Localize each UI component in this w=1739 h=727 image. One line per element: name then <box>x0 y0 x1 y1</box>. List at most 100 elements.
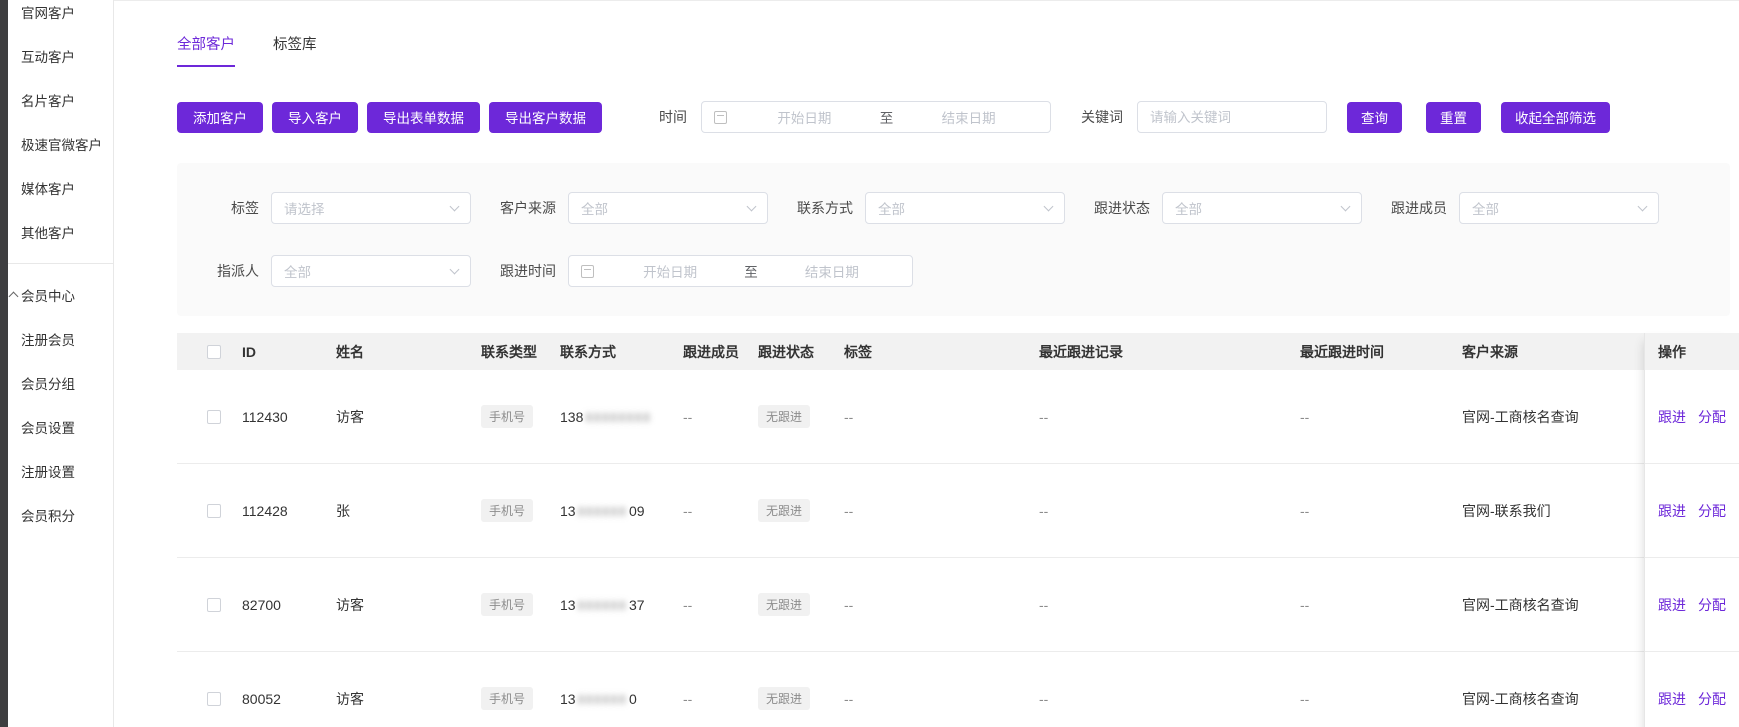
sidebar-item-website-customers[interactable]: 官网客户 <box>8 0 113 34</box>
chevron-down-icon <box>1637 201 1648 211</box>
follow-member-value: 全部 <box>1472 202 1499 217</box>
contact-method-select[interactable]: 全部 <box>865 192 1065 224</box>
sidebar-item-other-customers[interactable]: 其他客户 <box>8 210 113 254</box>
sidebar-item-interactive-customers[interactable]: 互动客户 <box>8 34 113 78</box>
cell-tag: -- <box>844 596 854 613</box>
cell-follow-member: -- <box>683 690 693 707</box>
header-follow-status: 跟进状态 <box>758 343 814 360</box>
phone-masked: 888888 <box>577 597 627 613</box>
sidebar-item-label: 其他客户 <box>21 226 75 241</box>
assign-link[interactable]: 分配 <box>1698 595 1726 615</box>
cell-name: 访客 <box>336 690 364 707</box>
row-checkbox[interactable] <box>207 691 221 706</box>
tab-bar: 全部客户 标签库 <box>177 1 1739 67</box>
assign-link[interactable]: 分配 <box>1698 407 1726 427</box>
row-checkbox[interactable] <box>207 409 221 424</box>
cell-follow-member: -- <box>683 408 693 425</box>
phone-suffix: 0 <box>628 690 637 707</box>
sidebar-item-business-card-customers[interactable]: 名片客户 <box>8 78 113 122</box>
table-row: 80052 访客 手机号 13 888888 0 -- 无跟进 -- -- -- 官… <box>177 652 1739 727</box>
header-id: ID <box>242 343 256 360</box>
sidebar-item-label: 名片客户 <box>21 94 75 109</box>
date-range-to-label: 至 <box>879 111 894 126</box>
query-button[interactable]: 查询 <box>1347 101 1402 133</box>
follow-link[interactable]: 跟进 <box>1658 595 1686 615</box>
assign-link[interactable]: 分配 <box>1698 689 1726 709</box>
cell-contact-type: 手机号 <box>481 687 560 710</box>
cell-follow-status: 无跟进 <box>758 593 844 616</box>
follow-end-placeholder[interactable]: 结束日期 <box>764 261 900 281</box>
tag-select-value: 请选择 <box>284 202 325 217</box>
sidebar-nav: 官网客户 互动客户 名片客户 极速官微客户 媒体客户 其他客户 <box>8 0 113 254</box>
customer-source-value: 全部 <box>581 202 608 217</box>
select-all-checkbox[interactable] <box>207 344 221 359</box>
cell-latest-record: -- <box>1039 690 1049 707</box>
phone-masked: 88888888 <box>585 409 652 425</box>
tab-tag-library[interactable]: 标签库 <box>273 33 317 67</box>
chevron-down-icon <box>746 201 757 211</box>
tab-all-customers[interactable]: 全部客户 <box>177 33 235 67</box>
time-range-picker[interactable]: 开始日期 至 结束日期 <box>701 101 1051 133</box>
filter-assignee: 指派人 全部 <box>197 255 471 287</box>
table-row: 112430 访客 手机号 138 88888888 -- 无跟进 -- -- -… <box>177 370 1739 464</box>
row-actions: 跟进 分配 <box>1645 558 1739 652</box>
status-badge: 无跟进 <box>758 499 811 522</box>
assignee-select[interactable]: 全部 <box>271 255 471 287</box>
phone-prefix: 13 <box>560 690 576 707</box>
tag-select[interactable]: 请选择 <box>271 192 471 224</box>
cell-id: 112428 <box>242 502 288 519</box>
sidebar-item-label: 互动客户 <box>21 50 75 65</box>
cell-follow-status: 无跟进 <box>758 499 844 522</box>
add-customer-button[interactable]: 添加客户 <box>177 101 263 133</box>
assignee-label: 指派人 <box>217 263 259 279</box>
row-checkbox[interactable] <box>207 503 221 518</box>
status-badge: 无跟进 <box>758 687 811 710</box>
reset-button[interactable]: 重置 <box>1426 101 1481 133</box>
follow-status-label: 跟进状态 <box>1094 200 1150 216</box>
sidebar-item-member-groups[interactable]: 会员分组 <box>8 361 113 405</box>
sidebar-section-label: 会员中心 <box>21 289 75 304</box>
follow-time-range-picker[interactable]: 开始日期 至 结束日期 <box>568 255 913 287</box>
sidebar-section-member-center[interactable]: 会员中心 <box>8 273 113 317</box>
cell-latest-record: -- <box>1039 502 1049 519</box>
end-date-placeholder[interactable]: 结束日期 <box>899 107 1038 127</box>
filter-tag: 标签 请选择 <box>197 192 471 224</box>
cell-contact: 13 888888 37 <box>560 597 683 613</box>
sidebar-item-member-points[interactable]: 会员积分 <box>8 493 113 537</box>
assign-link[interactable]: 分配 <box>1698 501 1726 521</box>
filter-row-2: 指派人 全部 跟进时间 开始日期 至 结束日期 <box>197 255 1730 287</box>
follow-status-select[interactable]: 全部 <box>1162 192 1362 224</box>
sidebar-item-register-settings[interactable]: 注册设置 <box>8 449 113 493</box>
follow-member-select[interactable]: 全部 <box>1459 192 1659 224</box>
header-latest-time: 最近跟进时间 <box>1300 343 1384 360</box>
cell-contact: 138 88888888 <box>560 409 683 425</box>
sidebar-divider <box>8 263 113 264</box>
sidebar-item-media-customers[interactable]: 媒体客户 <box>8 166 113 210</box>
follow-link[interactable]: 跟进 <box>1658 407 1686 427</box>
sidebar-item-express-weapp-customers[interactable]: 极速官微客户 <box>8 122 113 166</box>
sidebar-item-label: 注册会员 <box>21 333 75 348</box>
follow-link[interactable]: 跟进 <box>1658 689 1686 709</box>
cell-latest-time: -- <box>1300 690 1310 707</box>
time-filter-label: 时间 <box>659 109 687 125</box>
table-header-row: ID 姓名 联系类型 联系方式 跟进成员 跟进状态 标签 最近跟进记录 最近跟进… <box>177 333 1739 370</box>
cell-latest-time: -- <box>1300 502 1310 519</box>
keyword-input[interactable] <box>1137 101 1327 133</box>
collapse-filters-button[interactable]: 收起全部筛选 <box>1501 101 1610 133</box>
export-customer-data-button[interactable]: 导出客户数据 <box>489 101 602 133</box>
customer-table: ID 姓名 联系类型 联系方式 跟进成员 跟进状态 标签 最近跟进记录 最近跟进… <box>177 333 1739 727</box>
contact-type-chip: 手机号 <box>481 687 534 710</box>
follow-start-placeholder[interactable]: 开始日期 <box>602 261 738 281</box>
start-date-placeholder[interactable]: 开始日期 <box>735 107 874 127</box>
row-checkbox[interactable] <box>207 597 221 612</box>
import-customer-button[interactable]: 导入客户 <box>272 101 358 133</box>
sidebar-item-register-member[interactable]: 注册会员 <box>8 317 113 361</box>
contact-type-chip: 手机号 <box>481 593 534 616</box>
export-form-data-button[interactable]: 导出表单数据 <box>367 101 480 133</box>
sidebar-item-member-settings[interactable]: 会员设置 <box>8 405 113 449</box>
header-follow-member: 跟进成员 <box>683 343 739 360</box>
follow-link[interactable]: 跟进 <box>1658 501 1686 521</box>
customer-source-select[interactable]: 全部 <box>568 192 768 224</box>
header-checkbox-cell <box>177 344 242 359</box>
row-checkbox-cell <box>177 597 242 612</box>
